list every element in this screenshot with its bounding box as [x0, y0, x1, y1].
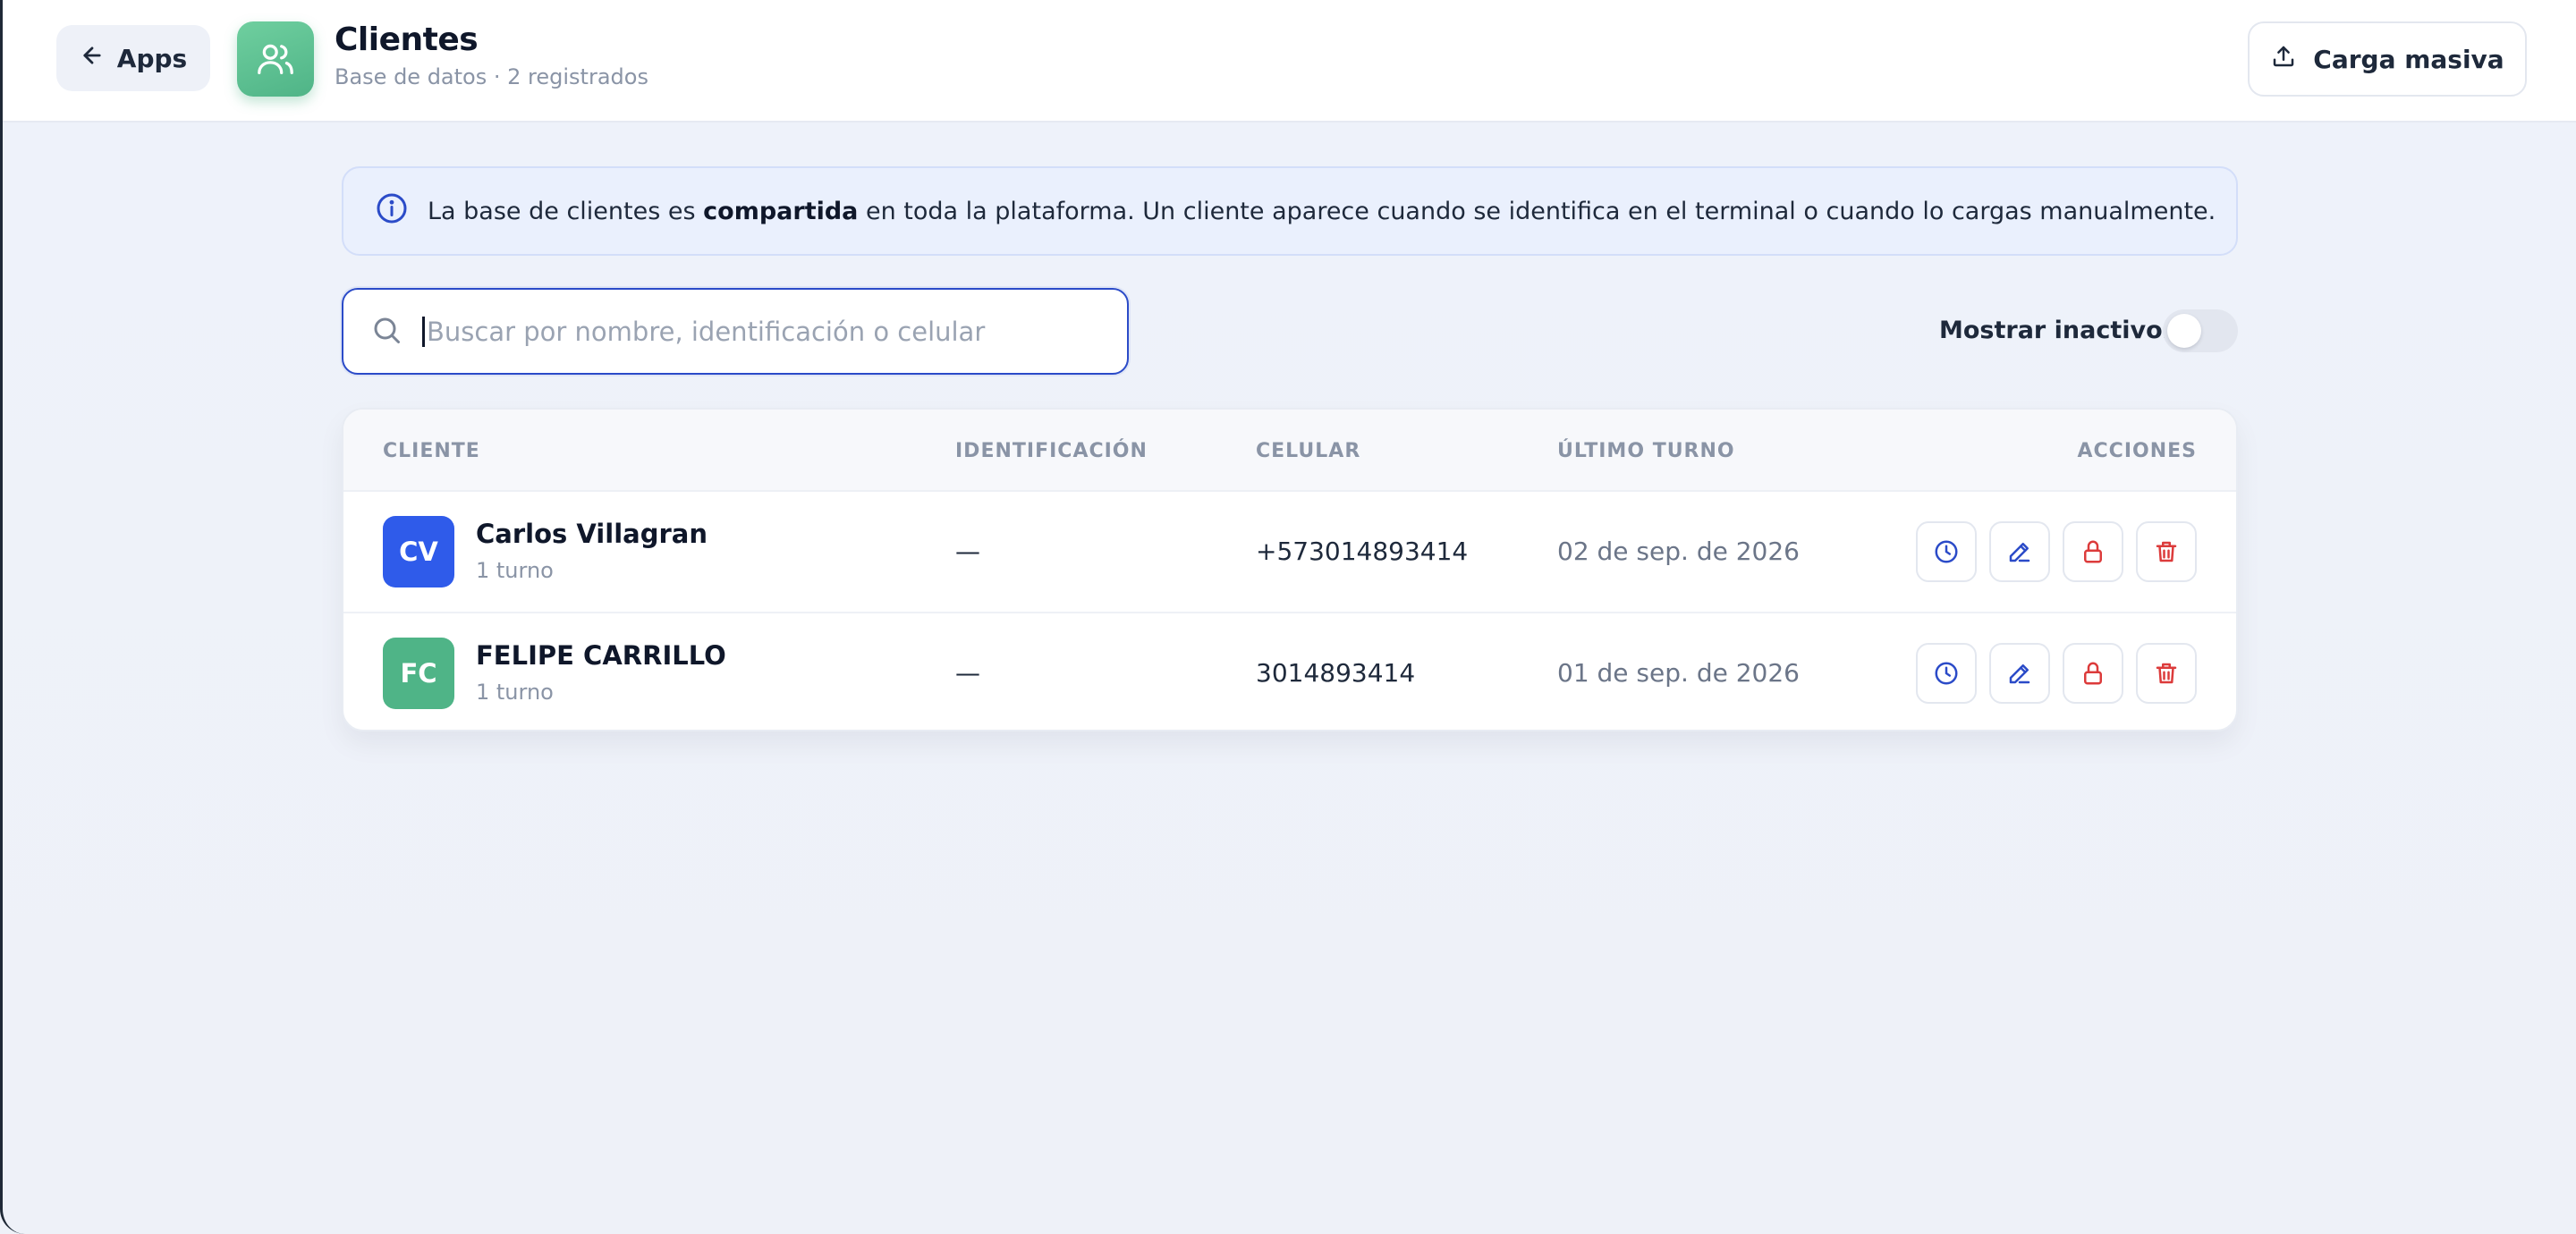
column-header-identification[interactable]: IDENTIFICACIÓN [955, 440, 1148, 462]
client-last-turn: 01 de sep. de 2026 [1557, 658, 1800, 688]
search-icon [370, 314, 402, 350]
deactivate-button[interactable] [2063, 521, 2123, 582]
info-banner-bold: compartida [703, 197, 859, 225]
show-inactive-label: Mostrar inactivos [1939, 317, 2177, 344]
history-button[interactable] [1916, 643, 1977, 704]
history-clock-icon [1935, 662, 1958, 685]
trash-icon [2156, 541, 2177, 562]
bulk-upload-button[interactable]: Carga masiva [2248, 21, 2527, 97]
users-icon [237, 21, 314, 97]
deactivate-button[interactable] [2063, 643, 2123, 704]
edit-pencil-icon [2009, 664, 2030, 684]
delete-button[interactable] [2136, 643, 2197, 704]
avatar: FC [383, 638, 454, 709]
back-button-label: Apps [116, 43, 188, 73]
client-identification: — [955, 537, 980, 566]
top-header: Apps Clientes Base de datos · 2 registra… [3, 0, 2576, 123]
edit-pencil-icon [2009, 543, 2030, 562]
edit-button[interactable] [1989, 521, 2050, 582]
client-name: FELIPE CARRILLO [476, 640, 726, 671]
bulk-upload-label: Carga masiva [2313, 44, 2504, 74]
search-field[interactable] [342, 288, 1129, 375]
column-header-client[interactable]: CLIENTE [383, 440, 480, 462]
arrow-left-icon [80, 43, 105, 74]
column-header-phone[interactable]: CELULAR [1256, 440, 1360, 462]
history-clock-icon [1935, 540, 1958, 563]
column-header-last-turn[interactable]: ÚLTIMO TURNO [1557, 440, 1735, 462]
page-subtitle: Base de datos · 2 registrados [335, 64, 648, 89]
search-input[interactable] [422, 316, 1102, 347]
client-turn-count: 1 turno [476, 558, 554, 583]
edit-button[interactable] [1989, 643, 2050, 704]
client-phone: +573014893414 [1256, 537, 1469, 566]
lock-icon [2084, 540, 2102, 563]
client-identification: — [955, 658, 980, 688]
info-banner-text: La base de clientes es compartida en tod… [428, 197, 2216, 225]
avatar: CV [383, 516, 454, 587]
page-title: Clientes [335, 21, 479, 58]
trash-icon [2156, 663, 2177, 684]
show-inactive-toggle[interactable] [2163, 309, 2238, 352]
client-last-turn: 02 de sep. de 2026 [1557, 537, 1800, 566]
client-name: Carlos Villagran [476, 519, 708, 549]
toggle-knob [2167, 314, 2201, 348]
upload-icon [2270, 43, 2297, 76]
history-button[interactable] [1916, 521, 1977, 582]
table-row[interactable]: CV Carlos Villagran 1 turno — +573014893… [343, 492, 2236, 612]
table-row[interactable]: FC FELIPE CARRILLO 1 turno — 3014893414 … [343, 612, 2236, 730]
delete-button[interactable] [2136, 521, 2197, 582]
row-actions [1916, 521, 2197, 582]
clients-table: CLIENTE IDENTIFICACIÓN CELULAR ÚLTIMO TU… [342, 408, 2238, 731]
client-phone: 3014893414 [1256, 658, 1416, 688]
info-icon [376, 192, 408, 231]
column-header-actions: ACCIONES [2077, 440, 2197, 462]
back-to-apps-button[interactable]: Apps [56, 25, 210, 91]
lock-icon [2084, 662, 2102, 685]
client-turn-count: 1 turno [476, 680, 554, 705]
info-banner: La base de clientes es compartida en tod… [342, 166, 2238, 256]
row-actions [1916, 643, 2197, 704]
table-header: CLIENTE IDENTIFICACIÓN CELULAR ÚLTIMO TU… [343, 410, 2236, 492]
